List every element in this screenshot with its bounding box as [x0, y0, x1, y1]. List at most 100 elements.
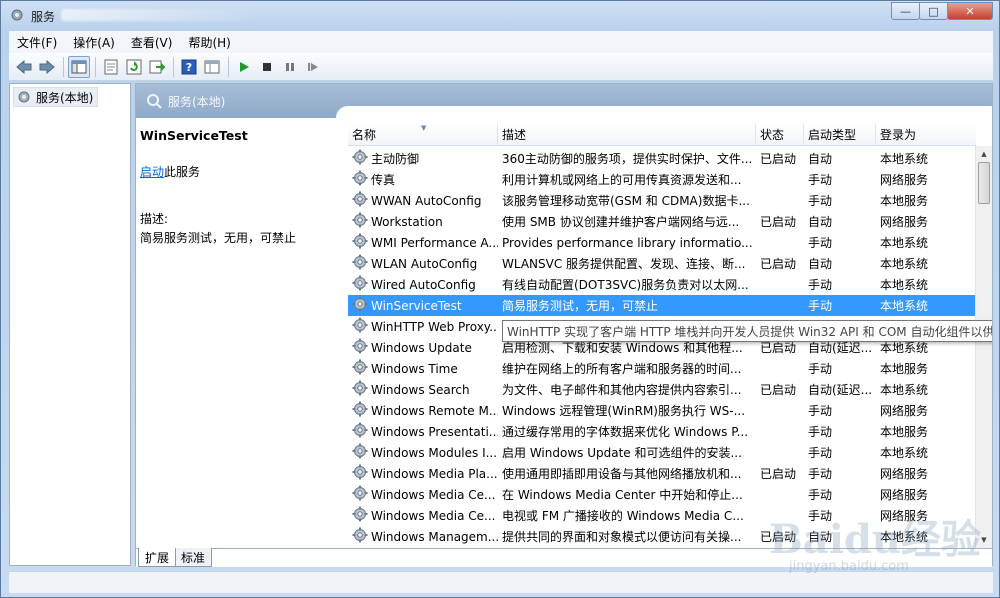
vertical-scrollbar[interactable]: ▲ ▼ [975, 146, 992, 548]
service-name-cell: Windows Search [348, 380, 498, 399]
service-description: 通过缓存常用的字体数据来优化 Windows P... [502, 425, 749, 439]
details-pane: 服务(本地) WinServiceTest 启动此服务 描述: 简易服务测试，无… [135, 83, 993, 567]
column-header-log-on-as[interactable]: 登录为 [876, 124, 976, 145]
service-gear-icon [352, 359, 368, 378]
service-description: WLANSVC 服务提供配置、发现、连接、断... [502, 257, 746, 271]
column-header-description[interactable]: 描述 [498, 124, 756, 145]
close-button[interactable]: ✕ [947, 2, 993, 20]
service-row[interactable]: WMI Performance A... Provides performance… [348, 232, 976, 253]
service-name: Wired AutoConfig [371, 277, 476, 292]
service-startup-type: 手动 [808, 446, 833, 460]
service-rows: 主动防御 360主动防御的服务项，提供实时保护、文件... 已启动 自动 本地系统传真 利… [348, 148, 976, 547]
service-startup-type: 自动 [808, 215, 833, 229]
start-service-link[interactable]: 启动 [140, 165, 164, 179]
service-row[interactable]: Windows Search 为文件、电子邮件和其他内容提供内容索引... 已启动自… [348, 379, 976, 400]
service-name: Windows Managem... [371, 529, 498, 544]
pane-header: 服务(本地) [136, 84, 992, 118]
service-row[interactable]: Workstation 使用 SMB 协议创建并维护客户端网络与远... 已启动 自动… [348, 211, 976, 232]
refresh-icon[interactable] [123, 56, 145, 78]
service-description: 该服务管理移动宽带(GSM 和 CDMA)数据卡... [502, 194, 750, 208]
service-description: Windows 远程管理(WinRM)服务执行 WS-... [502, 404, 746, 418]
service-status: 已启动 [760, 215, 797, 229]
service-row[interactable]: WWAN AutoConfig 该服务管理移动宽带(GSM 和 CDMA)数据卡.… [348, 190, 976, 211]
stop-service-icon[interactable] [256, 56, 278, 78]
baidu-watermark: Baidu经验 jingyan.baidu.com [749, 507, 989, 577]
maximize-button[interactable]: □ [919, 2, 948, 20]
service-row[interactable]: 主动防御 360主动防御的服务项，提供实时保护、文件... 已启动 自动 本地系统 [348, 148, 976, 169]
service-row[interactable]: Windows Remote M... Windows 远程管理(WinRM)服务… [348, 400, 976, 421]
service-row[interactable]: Windows Presentati... 通过缓存常用的字体数据来优化 Wind… [348, 421, 976, 442]
service-description: 电视或 FM 广播接收的 Windows Media C... [502, 509, 744, 523]
toolbar-separator [95, 56, 96, 77]
service-name: 传真 [371, 173, 396, 187]
tab-standard[interactable]: 标准 [174, 548, 213, 567]
service-name-cell: 传真 [348, 170, 498, 189]
help-icon[interactable]: ? [178, 56, 200, 78]
title-bar[interactable]: 服务 — □ ✕ [1, 1, 999, 31]
service-description: 利用计算机或网络上的可用传真资源发送和... [502, 173, 742, 187]
service-row[interactable]: Windows Media Pla... 使用通用即插即用设备与其他网络播放机和.… [348, 463, 976, 484]
menu-help[interactable]: 帮助(H) [180, 34, 238, 51]
service-name: WMI Performance A... [371, 235, 498, 250]
watermark-url: jingyan.baidu.com [789, 559, 909, 574]
back-arrow-icon[interactable] [13, 56, 35, 78]
service-description-panel: WinServiceTest 启动此服务 描述: 简易服务测试，无用，可禁止 [140, 128, 340, 246]
svg-text:?: ? [186, 61, 192, 74]
service-name-cell: WLAN AutoConfig [348, 254, 498, 273]
service-startup-type: 手动 [808, 425, 833, 439]
service-log-on-as: 本地系统 [880, 236, 929, 250]
service-action-suffix: 此服务 [164, 165, 201, 179]
minimize-button[interactable]: — [891, 2, 920, 20]
service-name-cell: Windows Modules I... [348, 443, 498, 462]
service-row[interactable]: WinServiceTest 简易服务测试，无用，可禁止 手动 本地系统 [348, 295, 976, 316]
column-header-status[interactable]: 状态 [756, 124, 804, 145]
service-name: Windows Media Pla... [371, 466, 498, 481]
view-icon[interactable] [201, 56, 223, 78]
service-description: Provides performance library informatio.… [502, 235, 753, 250]
service-name-cell: WinServiceTest [348, 296, 498, 315]
service-row[interactable]: 传真 利用计算机或网络上的可用传真资源发送和... 手动 网络服务 [348, 169, 976, 190]
service-row[interactable]: Windows Modules I... 启用 Windows Update 和可… [348, 442, 976, 463]
service-name: Windows Update [371, 340, 472, 355]
column-header-startup-type[interactable]: 启动类型 [804, 124, 876, 145]
tab-extended[interactable]: 扩展 [138, 548, 177, 567]
service-action-line: 启动此服务 [140, 163, 340, 180]
forward-arrow-icon[interactable] [36, 56, 58, 78]
menu-view[interactable]: 查看(V) [123, 34, 181, 51]
service-name-cell: WWAN AutoConfig [348, 191, 498, 210]
service-gear-icon [352, 254, 368, 273]
menu-action[interactable]: 操作(A) [65, 34, 123, 51]
services-gear-icon [9, 7, 25, 23]
service-name-cell: 主动防御 [348, 149, 498, 168]
scroll-thumb[interactable] [978, 162, 990, 204]
service-name-cell: WMI Performance A... [348, 233, 498, 252]
menu-file[interactable]: 文件(F) [9, 34, 65, 51]
services-window: 服务 — □ ✕ 文件(F) 操作(A) 查看(V) 帮助(H) ? 服务(本地… [0, 0, 1000, 598]
service-row[interactable]: WLAN AutoConfig WLANSVC 服务提供配置、发现、连接、断...… [348, 253, 976, 274]
service-name: Workstation [371, 214, 443, 229]
menu-bar: 文件(F) 操作(A) 查看(V) 帮助(H) [9, 31, 993, 53]
selected-service-name: WinServiceTest [140, 128, 248, 143]
service-row[interactable]: Wired AutoConfig 有线自动配置(DOT3SVC)服务负责对以太网.… [348, 274, 976, 295]
service-gear-icon [352, 443, 368, 462]
service-startup-type: 手动 [808, 467, 833, 481]
pause-service-icon[interactable] [279, 56, 301, 78]
service-description: 维护在网络上的所有客户端和服务器的时间... [502, 362, 742, 376]
start-service-icon[interactable] [233, 56, 255, 78]
scroll-up-icon[interactable]: ▲ [976, 146, 992, 162]
service-gear-icon [352, 149, 368, 168]
service-name: WWAN AutoConfig [371, 193, 482, 208]
service-tooltip: WinHTTP 实现了客户端 HTTP 堆栈并向开发人员提供 Win32 API… [502, 320, 992, 342]
service-log-on-as: 网络服务 [880, 173, 929, 187]
service-row[interactable]: Windows Time 维护在网络上的所有客户端和服务器的时间... 手动 本地服务 [348, 358, 976, 379]
service-log-on-as: 本地系统 [880, 446, 929, 460]
tree-item-services-local[interactable]: 服务(本地) [13, 87, 99, 107]
service-name-cell: Windows Managem... [348, 527, 498, 546]
export-list-icon[interactable] [146, 56, 168, 78]
restart-service-icon[interactable] [302, 56, 324, 78]
properties-icon[interactable] [100, 56, 122, 78]
console-tree-icon[interactable] [68, 55, 90, 78]
service-log-on-as: 本地服务 [880, 194, 929, 208]
service-startup-type: 手动 [808, 362, 833, 376]
service-row[interactable]: Windows Media Ce... 在 Windows Media Cente… [348, 484, 976, 505]
